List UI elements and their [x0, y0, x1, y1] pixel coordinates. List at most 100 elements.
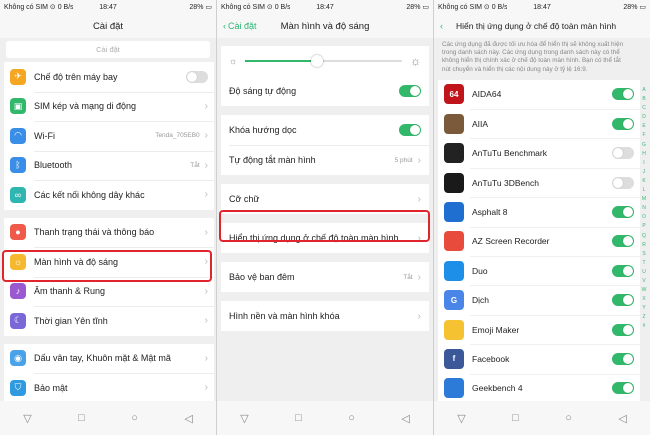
app-row[interactable]: AIIA — [438, 109, 640, 138]
auto-brightness-toggle[interactable] — [399, 85, 421, 97]
orientation-lock-row[interactable]: Khóa hướng dọc — [221, 115, 429, 145]
settings-row[interactable]: ● Thanh trạng thái và thông báo › — [4, 218, 214, 248]
recent-nav-icon[interactable]: □ — [512, 412, 519, 424]
alphabet-letter[interactable]: L — [640, 186, 648, 195]
alphabet-letter[interactable]: U — [640, 268, 648, 277]
menu-nav-icon[interactable]: ▽ — [240, 412, 248, 425]
alphabet-letter[interactable]: # — [640, 322, 648, 331]
auto-brightness-label: Độ sáng tự động — [229, 86, 297, 96]
alphabet-letter[interactable]: Y — [640, 304, 648, 313]
brightness-knob[interactable] — [311, 55, 324, 67]
app-row[interactable]: Geekbench 4 — [438, 373, 640, 403]
home-nav-icon[interactable]: ○ — [131, 412, 138, 424]
alphabet-letter[interactable]: G — [640, 141, 648, 150]
fullscreen-toggle[interactable] — [612, 352, 634, 365]
alphabet-letter[interactable]: T — [640, 259, 648, 268]
alphabet-letter[interactable]: Z — [640, 313, 648, 322]
alphabet-letter[interactable]: J — [640, 168, 648, 177]
fullscreen-toggle[interactable] — [612, 117, 634, 130]
fullscreen-toggle[interactable] — [612, 294, 634, 307]
back-nav-icon[interactable]: ◁ — [184, 412, 192, 425]
recent-nav-icon[interactable]: □ — [295, 412, 302, 424]
auto-brightness-row[interactable]: Độ sáng tự động — [221, 76, 429, 106]
alphabet-letter[interactable]: N — [640, 204, 648, 213]
sun-small-icon: ☼ — [229, 56, 238, 66]
settings-row[interactable]: ✈ Chế độ trên máy bay — [4, 62, 214, 92]
airplane-toggle[interactable] — [186, 70, 208, 83]
app-row[interactable]: Emoji Maker — [438, 314, 640, 344]
wallpaper-group: Hình nền và màn hình khóa › — [221, 301, 429, 331]
app-row[interactable]: f Facebook — [438, 344, 640, 373]
alphabet-letter[interactable]: E — [640, 122, 648, 131]
settings-row[interactable]: ᛒ Bluetooth Tắt › — [4, 150, 214, 181]
alphabet-letter[interactable]: W — [640, 286, 648, 295]
alphabet-letter[interactable]: O — [640, 213, 648, 222]
alphabet-letter[interactable]: X — [640, 295, 648, 304]
app-row[interactable]: AZ Screen Recorder — [438, 226, 640, 256]
fullscreen-toggle[interactable] — [612, 147, 634, 160]
fullscreen-toggle[interactable] — [612, 205, 634, 218]
alphabet-letter[interactable]: R — [640, 241, 648, 250]
settings-row-label: Thời gian Yên tĩnh — [34, 315, 108, 326]
wallpaper-row[interactable]: Hình nền và màn hình khóa › — [221, 301, 429, 331]
alphabet-letter[interactable]: H — [640, 150, 648, 159]
home-nav-icon[interactable]: ○ — [348, 412, 355, 424]
app-row[interactable]: Duo — [438, 256, 640, 285]
home-nav-icon[interactable]: ○ — [565, 412, 572, 424]
menu-nav-icon[interactable]: ▽ — [457, 412, 465, 425]
app-row[interactable]: 64 AIDA64 — [438, 80, 640, 109]
alphabet-letter[interactable]: C — [640, 104, 648, 113]
back-nav-icon[interactable]: ◁ — [618, 412, 626, 425]
app-row[interactable]: AnTuTu 3DBench — [438, 167, 640, 197]
alphabet-letter[interactable]: D — [640, 113, 648, 122]
fullscreen-toggle[interactable] — [612, 235, 634, 248]
app-row[interactable]: Asphalt 8 — [438, 197, 640, 226]
alphabet-letter[interactable]: F — [640, 131, 648, 140]
alphabet-letter[interactable]: M — [640, 195, 648, 204]
fullscreen-toggle[interactable] — [612, 382, 634, 395]
settings-row[interactable]: ◉ Dấu vân tay, Khuôn mặt & Mật mã › — [4, 344, 214, 374]
settings-row-label: SIM kép và mạng di động — [34, 101, 137, 112]
settings-group: ✈ Chế độ trên máy bay ▣ SIM kép và mạng di … — [4, 62, 214, 210]
app-row[interactable]: AnTuTu Benchmark — [438, 138, 640, 167]
alphabet-index[interactable]: A B C D E F G H I J K L M N O P Q R S T U V W X Y Z # — [640, 86, 648, 332]
alphabet-letter[interactable]: Q — [640, 232, 648, 241]
alphabet-letter[interactable]: I — [640, 159, 648, 168]
alphabet-letter[interactable]: A — [640, 86, 648, 95]
alphabet-letter[interactable]: K — [640, 177, 648, 186]
auto-lock-row[interactable]: Tự động tắt màn hình 5 phút › — [221, 145, 429, 175]
settings-row[interactable]: ▣ SIM kép và mạng di động › — [4, 91, 214, 122]
night-shield-label: Bảo vệ ban đêm — [229, 272, 295, 282]
orientation-lock-toggle[interactable] — [399, 124, 421, 136]
back-button[interactable]: ‹ — [440, 21, 443, 31]
chevron-right-icon: › — [204, 226, 208, 238]
night-shield-row[interactable]: Bảo vệ ban đêm Tắt › — [221, 262, 429, 292]
brightness-track[interactable] — [245, 55, 402, 67]
back-button[interactable]: ‹ Cài đặt — [223, 21, 257, 31]
recent-nav-icon[interactable]: □ — [78, 412, 85, 424]
back-nav-icon[interactable]: ◁ — [401, 412, 409, 425]
fullscreen-toggle[interactable] — [612, 264, 634, 277]
display-header: ‹ Cài đặt Màn hình và độ sáng — [217, 14, 433, 38]
alphabet-letter[interactable]: B — [640, 95, 648, 104]
settings-row[interactable]: ◠ Wi-Fi Tenda_705EB0 › — [4, 121, 214, 151]
page-title: Màn hình và độ sáng — [280, 20, 370, 32]
brightness-slider[interactable]: ☼ ☼ — [221, 46, 429, 76]
fullscreen-toggle[interactable] — [612, 88, 634, 101]
fullscreen-toggle[interactable] — [612, 323, 634, 336]
alphabet-letter[interactable]: S — [640, 250, 648, 259]
alphabet-letter[interactable]: V — [640, 277, 648, 286]
settings-row[interactable]: ∞ Các kết nối không dây khác › — [4, 180, 214, 210]
settings-group: ◉ Dấu vân tay, Khuôn mặt & Mật mã › ⛉ Bảo mậ… — [4, 343, 214, 403]
settings-row[interactable]: ⛉ Bảo mật › — [4, 373, 214, 403]
app-name: Facebook — [472, 353, 510, 364]
app-row[interactable]: G Dịch — [438, 285, 640, 314]
alphabet-letter[interactable]: P — [640, 222, 648, 231]
search-input[interactable]: Cài đặt — [6, 41, 210, 58]
fullscreen-toggle[interactable] — [612, 176, 634, 189]
menu-nav-icon[interactable]: ▽ — [23, 412, 31, 425]
battery: 28% ▭ — [189, 4, 212, 11]
settings-row[interactable]: ☾ Thời gian Yên tĩnh › — [4, 306, 214, 336]
chevron-right-icon: › — [204, 130, 208, 142]
settings-row-label: Wi-Fi — [34, 130, 55, 141]
